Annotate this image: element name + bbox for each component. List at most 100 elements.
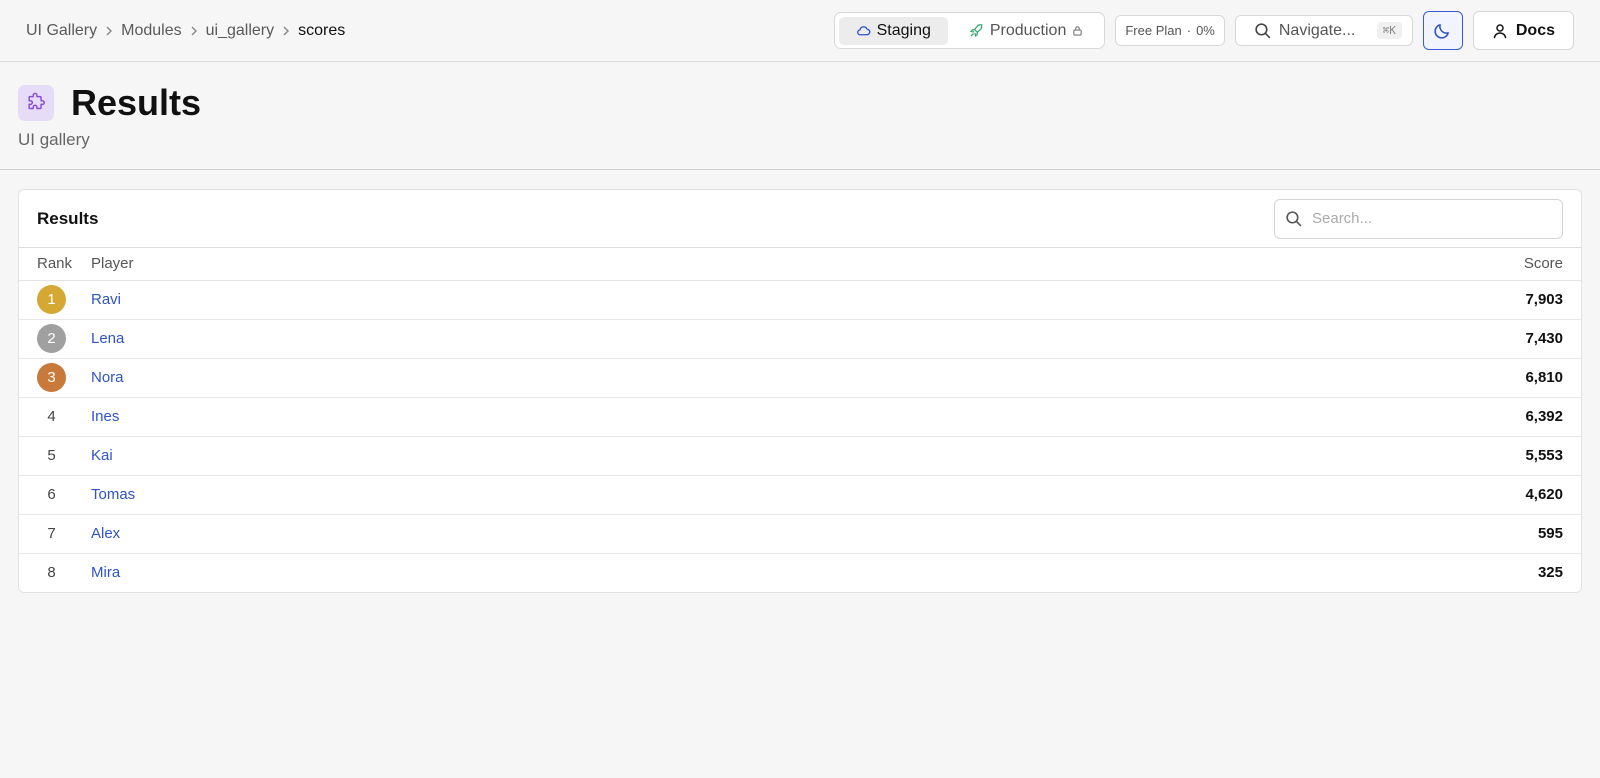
page-subtitle: UI gallery: [18, 130, 90, 149]
breadcrumb-current: scores: [298, 21, 346, 39]
table-row[interactable]: 3 Nora 6,810: [19, 358, 1581, 398]
title-row: Results: [18, 82, 1582, 124]
score-cell: 325: [740, 553, 1581, 592]
player-link[interactable]: Ravi: [91, 291, 121, 308]
player-link[interactable]: Alex: [91, 525, 120, 542]
navigate-shortcut: ⌘K: [1376, 22, 1402, 39]
chevron-right-icon: [97, 25, 121, 37]
search-icon: [1285, 210, 1302, 227]
page-title: Results: [71, 82, 202, 123]
player-cell: Lena: [91, 319, 741, 359]
plan-label: Free Plan: [1125, 23, 1182, 38]
player-cell: Mira: [91, 553, 740, 592]
table-row[interactable]: 1 Ravi 7,903: [19, 280, 1581, 320]
table-header-row: Rank Player Score: [19, 248, 1581, 281]
score-value: 6,810: [1525, 369, 1563, 386]
rank-number: 4: [47, 408, 56, 425]
table-row[interactable]: 6 Tomas 4,620: [19, 475, 1581, 515]
player-cell: Nora: [91, 358, 741, 398]
score-cell: 5,553: [740, 436, 1581, 476]
rank-medal-badge: 1: [37, 285, 66, 314]
rank-number: 8: [47, 564, 56, 582]
search-icon: [1254, 22, 1271, 39]
env-staging-label: Staging: [876, 21, 931, 39]
cloud-icon: [856, 23, 871, 38]
rank-medal-badge: 2: [37, 324, 66, 353]
user-icon: [1492, 23, 1508, 39]
docs-label: Docs: [1515, 21, 1555, 39]
player-link[interactable]: Lena: [91, 330, 124, 347]
puzzle-icon: [18, 85, 54, 121]
plan-badge[interactable]: Free Plan · 0%: [1115, 15, 1225, 46]
rank-number: 7: [47, 525, 56, 542]
page-header: Results UI gallery: [0, 62, 1600, 170]
plan-separator: ·: [1186, 23, 1192, 38]
player-cell: Ravi: [91, 280, 741, 320]
theme-toggle-button[interactable]: [1422, 11, 1463, 50]
rocket-icon: [969, 23, 984, 38]
rank-cell: 8: [19, 553, 91, 592]
top-bar: UI Gallery Modules ui_gallery scores Sta…: [0, 0, 1600, 62]
card-title: Results: [37, 208, 99, 228]
breadcrumb: UI Gallery Modules ui_gallery scores: [26, 22, 345, 40]
column-header-score[interactable]: Score: [740, 248, 1581, 281]
score-value: 7,903: [1525, 291, 1563, 308]
docs-button[interactable]: Docs: [1472, 11, 1574, 50]
rank-number: 5: [47, 447, 56, 464]
rank-cell: 4: [19, 397, 91, 437]
table-row[interactable]: 8 Mira 325: [19, 553, 1581, 592]
navigate-button[interactable]: Navigate... ⌘K: [1234, 15, 1413, 46]
player-link[interactable]: Nora: [91, 369, 124, 386]
search-box: [1274, 198, 1563, 239]
results-card: Results Rank Player Score 1 Ravi 7,903 2 Len…: [18, 189, 1582, 593]
player-cell: Kai: [91, 436, 741, 476]
rank-medal-badge: 3: [37, 363, 66, 392]
rank-cell: 2: [19, 319, 91, 359]
chevron-right-icon: [182, 25, 206, 37]
env-staging-button[interactable]: Staging: [838, 16, 948, 45]
rank-cell: 3: [19, 358, 91, 398]
results-table: Rank Player Score 1 Ravi 7,903 2 Lena 7,430 3 N…: [19, 248, 1581, 592]
score-value: 4,620: [1525, 486, 1563, 503]
score-value: 595: [1537, 525, 1563, 542]
player-cell: Tomas: [91, 475, 741, 515]
chevron-right-icon: [274, 25, 298, 37]
results-table-body: 1 Ravi 7,903 2 Lena 7,430 3 Nora 6,810 4 Ines 6,392…: [19, 280, 1581, 592]
score-cell: 595: [740, 514, 1581, 554]
score-cell: 6,392: [740, 397, 1581, 437]
player-link[interactable]: Mira: [91, 564, 120, 581]
table-row[interactable]: 2 Lena 7,430: [19, 319, 1581, 359]
env-production-label: Production: [989, 21, 1067, 39]
score-value: 6,392: [1525, 408, 1563, 425]
table-row[interactable]: 4 Ines 6,392: [19, 397, 1581, 437]
column-header-rank[interactable]: Rank: [19, 248, 91, 281]
score-value: 325: [1537, 564, 1563, 582]
breadcrumb-ui-gallery-module[interactable]: ui_gallery: [206, 22, 274, 40]
rank-cell: 6: [19, 475, 91, 515]
player-link[interactable]: Kai: [91, 447, 113, 464]
env-production-button[interactable]: Production: [952, 17, 1101, 45]
player-link[interactable]: Tomas: [91, 486, 135, 503]
score-cell: 7,430: [740, 319, 1581, 359]
search-input[interactable]: [1312, 210, 1552, 227]
breadcrumb-ui-gallery[interactable]: UI Gallery: [26, 22, 97, 40]
table-row[interactable]: 7 Alex 595: [19, 514, 1581, 554]
score-cell: 4,620: [740, 475, 1581, 515]
score-cell: 7,903: [740, 280, 1581, 320]
rank-cell: 1: [19, 280, 91, 320]
card-header: Results: [19, 190, 1581, 248]
score-cell: 6,810: [740, 358, 1581, 398]
rank-cell: 7: [19, 514, 91, 554]
table-row[interactable]: 5 Kai 5,553: [19, 436, 1581, 476]
rank-number: 6: [47, 486, 56, 503]
column-header-player[interactable]: Player: [91, 248, 741, 281]
rank-cell: 5: [19, 436, 91, 476]
breadcrumb-modules[interactable]: Modules: [121, 22, 181, 40]
lock-icon: [1072, 25, 1083, 36]
player-cell: Alex: [91, 514, 741, 554]
player-cell: Ines: [91, 397, 741, 437]
plan-usage: 0%: [1196, 23, 1215, 38]
top-actions: Staging Production Free Plan · 0% Naviga…: [833, 11, 1574, 50]
player-link[interactable]: Ines: [91, 408, 119, 425]
score-value: 7,430: [1525, 330, 1563, 347]
